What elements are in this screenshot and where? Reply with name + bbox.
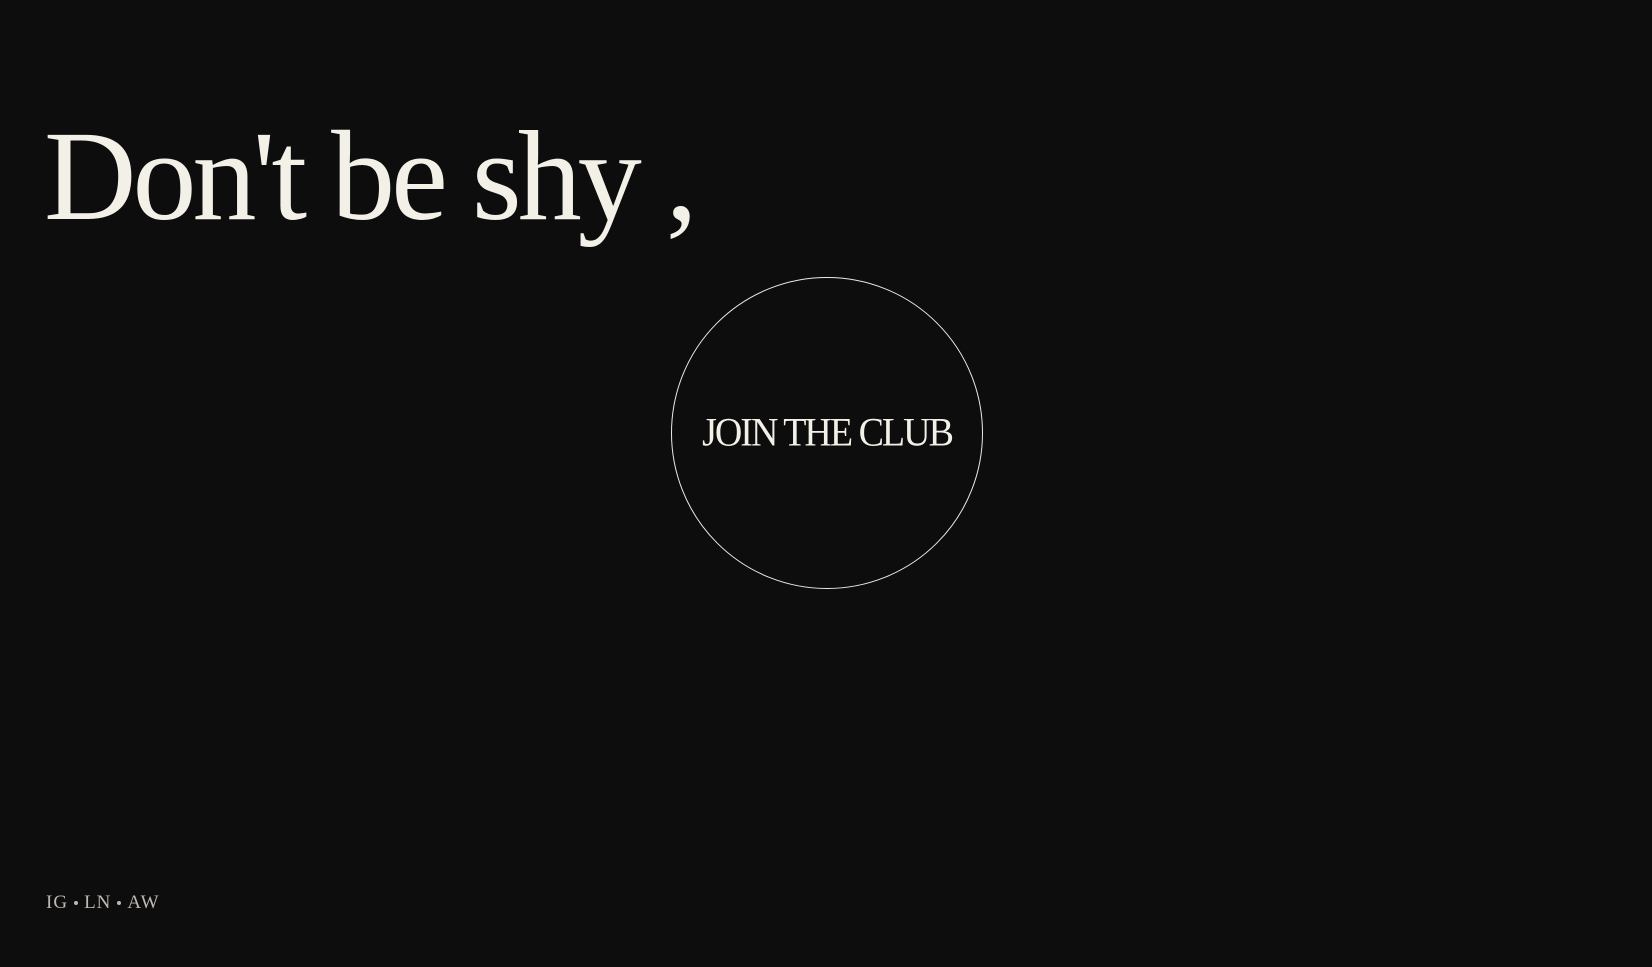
separator-dot [74,901,79,905]
social-link-ig[interactable]: IG [46,892,68,914]
join-the-club-button[interactable]: JOIN THE CLUB [671,277,983,589]
join-the-club-label: JOIN THE CLUB [702,410,954,456]
separator-dot [117,901,122,905]
social-link-aw[interactable]: AW [127,892,159,914]
social-link-ln[interactable]: LN [84,892,111,914]
social-links: IG LN AW [46,892,160,914]
page-headline: Don't be shy , [44,105,698,247]
